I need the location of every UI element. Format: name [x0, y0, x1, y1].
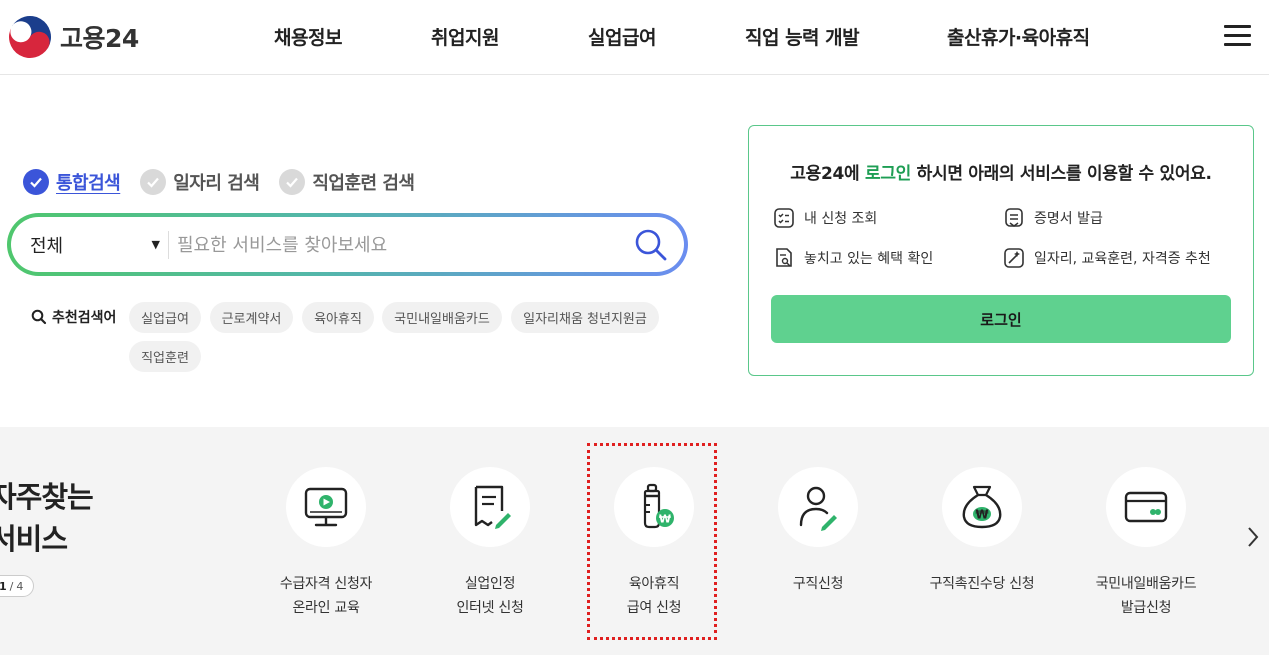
search-input[interactable]	[177, 225, 617, 265]
service-icon-circle	[778, 467, 858, 547]
search-type-tabs: 통합검색 일자리 검색 직업훈련 검색	[23, 169, 415, 195]
service-label: 육아휴직	[628, 576, 680, 592]
login-msg-text: 고용24에	[790, 164, 865, 184]
service-card-learning-card[interactable]: 국민내일배움카드 발급신청	[1061, 467, 1231, 620]
service-label: 구직촉진수당 신청	[929, 576, 1035, 592]
keyword-chip[interactable]: 국민내일배움카드	[382, 302, 502, 333]
tab-training-search[interactable]: 직업훈련 검색	[279, 169, 415, 195]
login-panel: 고용24에 로그인 하시면 아래의 서비스를 이용할 수 있어요. 내 신청 조…	[748, 125, 1254, 376]
divider	[168, 231, 169, 259]
service-card-job-promotion-allowance[interactable]: ₩ 구직촉진수당 신청	[897, 467, 1067, 596]
service-label: 일자리, 교육훈련, 자격증 추천	[1034, 251, 1211, 267]
nav-item-job-skills[interactable]: 직업 능력 개발	[745, 23, 860, 50]
pager-current: 1	[0, 579, 7, 593]
section-title-line: 자주찾는	[0, 480, 94, 514]
service-label: 내 신청 조회	[804, 211, 878, 227]
service-missed-benefits: 놓치고 있는 혜택 확인	[773, 247, 933, 269]
tab-integrated-search[interactable]: 통합검색	[23, 169, 121, 195]
login-msg-text: 하시면 아래의 서비스를 이용할 수 있어요.	[911, 164, 1212, 184]
svg-text:₩: ₩	[975, 508, 989, 522]
service-label: 수급자격 신청자	[279, 576, 373, 592]
nav-item-jobs[interactable]: 채용정보	[274, 23, 342, 50]
service-icon-circle: ₩	[942, 467, 1022, 547]
recommended-keywords-title: 추천검색어	[31, 307, 116, 327]
service-label: 인터넷 신청	[456, 600, 524, 616]
keyword-chip[interactable]: 직업훈련	[129, 341, 201, 372]
service-card-job-seeking[interactable]: 구직신청	[733, 467, 903, 596]
keyword-chip[interactable]: 육아휴직	[302, 302, 374, 333]
keyword-chip[interactable]: 근로계약서	[210, 302, 293, 333]
reco-label: 추천검색어	[52, 310, 117, 326]
certificate-icon	[1005, 208, 1023, 227]
section-title-line: 서비스	[0, 522, 68, 556]
pager-total: 4	[16, 579, 24, 593]
keyword-chip[interactable]: 실업급여	[129, 302, 201, 333]
monitor-play-icon	[304, 487, 348, 527]
hamburger-menu-icon[interactable]	[1224, 25, 1252, 49]
service-label: 온라인 교육	[292, 600, 360, 616]
caret-down-icon: ▼	[151, 238, 160, 251]
nav-item-employment-support[interactable]: 취업지원	[431, 23, 499, 50]
service-label: 실업인정	[464, 576, 516, 592]
document-pen-icon	[474, 485, 511, 529]
svg-text:₩: ₩	[659, 513, 671, 526]
baby-bottle-won-icon: ₩	[643, 483, 674, 529]
service-label: 급여 신청	[626, 600, 682, 616]
check-circle-icon	[23, 169, 49, 195]
check-circle-icon	[279, 169, 306, 195]
carousel-pager: 1 / 4	[0, 575, 35, 597]
service-icon-circle	[1106, 467, 1186, 547]
login-button[interactable]: 로그인	[771, 295, 1231, 343]
service-card-parental-leave-benefit[interactable]: ₩ 육아휴직 급여 신청	[569, 467, 739, 620]
check-circle-icon	[140, 169, 167, 195]
scope-label: 전체	[30, 235, 64, 257]
tab-job-search[interactable]: 일자리 검색	[140, 169, 260, 195]
service-label: 놓치고 있는 혜택 확인	[804, 251, 934, 267]
service-my-applications: 내 신청 조회	[773, 207, 877, 229]
service-label: 발급신청	[1120, 600, 1172, 616]
search-icon[interactable]	[634, 228, 668, 262]
keyword-chip[interactable]: 일자리채움 청년지원금	[511, 302, 659, 333]
tab-label: 직업훈련 검색	[312, 173, 415, 194]
checklist-icon	[774, 208, 794, 228]
card-icon	[1124, 491, 1168, 523]
tab-label: 일자리 검색	[173, 173, 260, 194]
service-icon-circle: ₩	[614, 467, 694, 547]
service-icon-circle	[286, 467, 366, 547]
service-label: 구직신청	[792, 576, 844, 592]
nav-item-parental-leave[interactable]: 출산휴가·육아휴직	[947, 23, 1090, 50]
tab-label: 통합검색	[56, 173, 121, 194]
pager-separator: /	[9, 579, 14, 593]
document-search-icon	[776, 248, 792, 267]
site-header: 고용24 채용정보 취업지원 실업급여 직업 능력 개발 출산휴가·육아휴직	[0, 0, 1269, 75]
search-icon	[31, 309, 47, 325]
chevron-right-icon[interactable]	[1244, 524, 1262, 550]
service-certificates: 증명서 발급	[1003, 207, 1103, 229]
magic-wand-icon	[1004, 248, 1024, 268]
search-bar: 전체 ▼	[7, 213, 688, 276]
service-recommendations: 일자리, 교육훈련, 자격증 추천	[1003, 247, 1211, 269]
section-title: 자주찾는 서비스	[0, 476, 94, 560]
frequent-services-section: 자주찾는 서비스 1 / 4 수급자격 신청자 온라인 교육 실업인정 인터넷 …	[0, 427, 1269, 655]
money-bag-icon: ₩	[962, 485, 1002, 529]
service-icon-circle	[450, 467, 530, 547]
service-card-unemployment-certification[interactable]: 실업인정 인터넷 신청	[405, 467, 575, 620]
login-message: 고용24에 로그인 하시면 아래의 서비스를 이용할 수 있어요.	[749, 159, 1253, 184]
nav-item-unemployment-benefit[interactable]: 실업급여	[588, 23, 656, 50]
service-card-online-education[interactable]: 수급자격 신청자 온라인 교육	[241, 467, 411, 620]
login-msg-highlight: 로그인	[865, 164, 912, 184]
main-nav: 채용정보 취업지원 실업급여 직업 능력 개발 출산휴가·육아휴직	[0, 23, 1269, 51]
service-label: 증명서 발급	[1034, 211, 1103, 227]
person-pen-icon	[799, 486, 837, 531]
service-label: 국민내일배움카드	[1095, 576, 1197, 592]
search-scope-select[interactable]: 전체 ▼	[30, 217, 160, 272]
